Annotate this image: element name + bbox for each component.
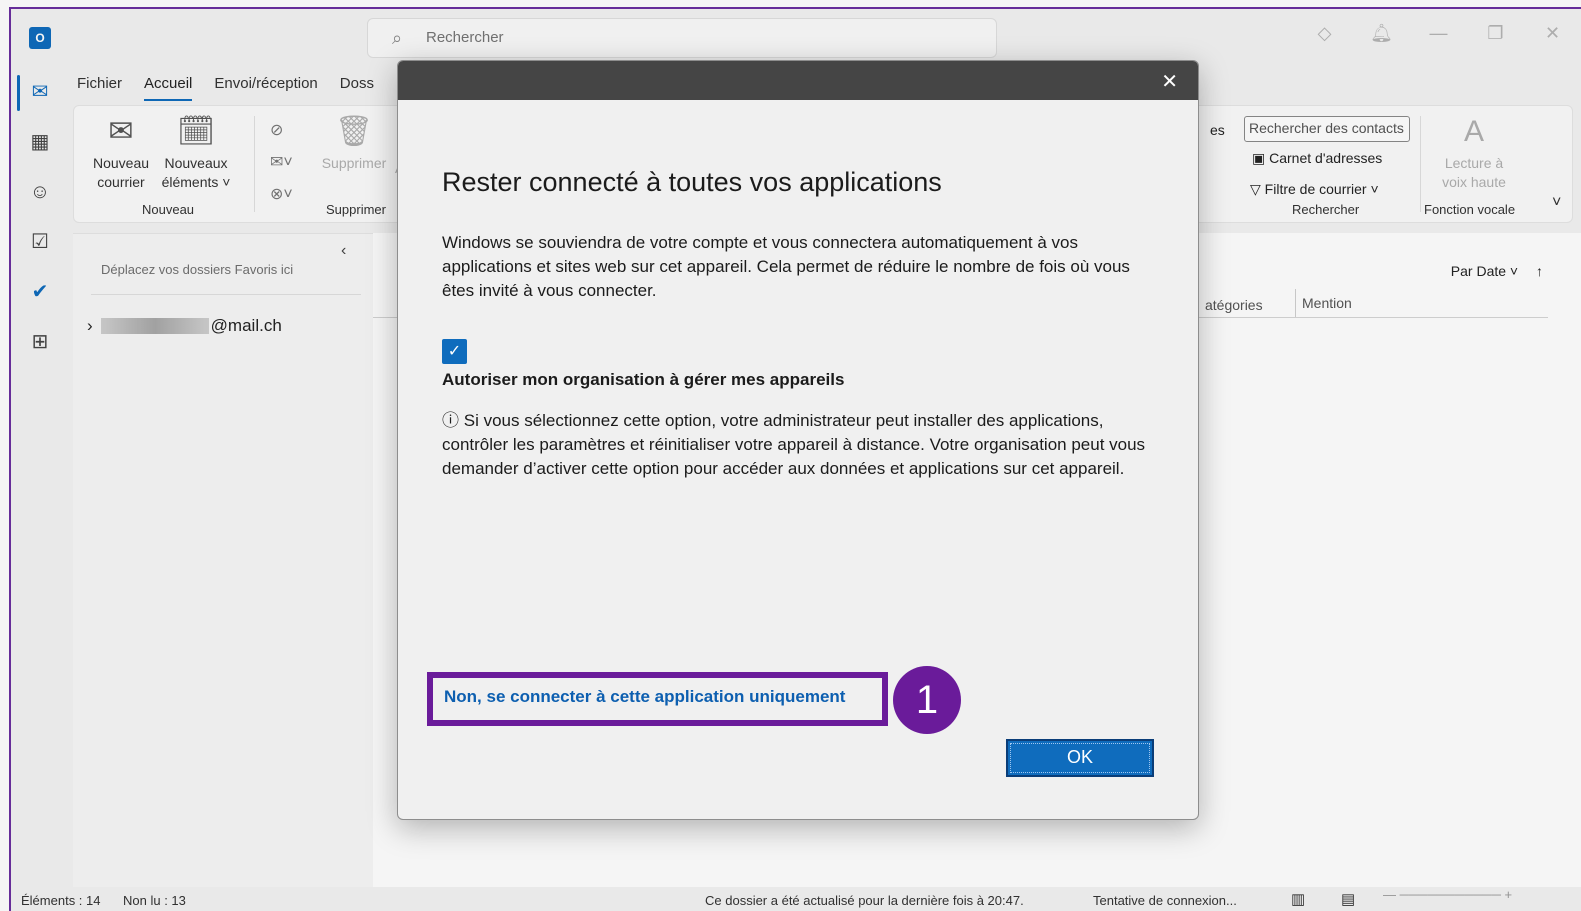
manage-devices-checkbox[interactable]: ✓ — [442, 339, 467, 364]
dialog-description: Windows se souviendra de votre compte et… — [442, 233, 1130, 300]
dialog-title-bar: ✕ — [398, 61, 1198, 100]
info-icon: ⓘ — [442, 411, 459, 430]
info-block: ⓘ Si vous sélectionnez cette option, vot… — [442, 409, 1172, 481]
step-number-badge: 1 — [893, 666, 961, 734]
close-icon[interactable]: ✕ — [1161, 69, 1178, 94]
this-app-only-link[interactable]: Non, se connecter à cette application un… — [444, 687, 845, 707]
highlight-box: Non, se connecter à cette application un… — [427, 672, 888, 726]
manage-devices-label: Autoriser mon organisation à gérer mes a… — [442, 370, 845, 389]
stay-signed-in-dialog: ✕ Rester connecté à toutes vos applicati… — [397, 60, 1199, 820]
ok-button[interactable]: OK — [1006, 739, 1154, 777]
dialog-heading: Rester connecté à toutes vos application… — [442, 167, 942, 197]
info-text: Si vous sélectionnez cette option, votre… — [442, 411, 1146, 478]
